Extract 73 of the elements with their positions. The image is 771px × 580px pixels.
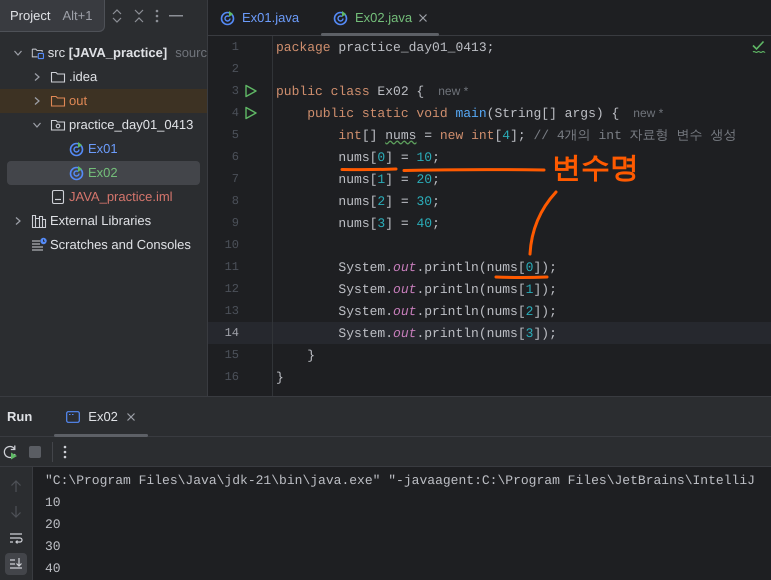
leader-line [528, 190, 558, 256]
chevron-down-icon[interactable] [13, 48, 23, 58]
tree-item-label[interactable]: src [JAVA_practice] [48, 43, 168, 63]
tree-item-label[interactable]: .idea [69, 67, 98, 87]
run-tab[interactable]: Ex02 [54, 397, 148, 436]
console-icon [66, 410, 80, 422]
code-line: System.out.println(nums[2]); [337, 304, 557, 318]
run-icon[interactable] [244, 84, 258, 98]
code-line: System.out.println(nums[3]); [337, 326, 557, 340]
code-line: System.out.println(nums[1]); [337, 282, 557, 296]
minimize-icon[interactable] [169, 15, 184, 17]
scratch-icon [31, 237, 47, 253]
code-line: } [306, 348, 316, 362]
class-icon [69, 141, 85, 157]
panel-title: Run [7, 408, 32, 426]
arrow-down-icon [8, 504, 24, 520]
underline-mark [340, 168, 398, 172]
code-line: int[] nums = new int[4]; // 4개의 int 자료형 변수 생성 [337, 128, 736, 142]
tree-item-label: Ex02 [88, 164, 118, 182]
console-line: 20 [45, 516, 62, 534]
tree-item-label[interactable]: Ex01 [88, 139, 118, 159]
editor-tab[interactable]: Ex02.java [321, 0, 439, 35]
inspection-ok-icon[interactable] [752, 40, 766, 54]
handwritten-note: 변수명 [552, 153, 639, 182]
code-line: package practice_day01_0413; [276, 40, 494, 54]
close-icon[interactable] [418, 12, 428, 22]
shortcut-hint: Alt+1 [62, 6, 92, 25]
rerun-icon[interactable] [2, 444, 18, 460]
expand-collapse-icon[interactable] [111, 9, 124, 23]
code-line: public static void main(String[] args) { [306, 106, 620, 120]
chevron-down-icon[interactable] [32, 120, 42, 130]
folder-icon [50, 69, 66, 85]
tree-item-label[interactable]: JAVA_practice.iml [69, 187, 173, 207]
panel-title: Project [10, 6, 50, 25]
file-icon [50, 189, 66, 205]
tree-row[interactable]: Ex02 [7, 161, 200, 185]
folder-icon [50, 93, 66, 109]
tree-item-label[interactable]: External Libraries [50, 211, 152, 231]
run-icon[interactable] [244, 106, 258, 120]
class-icon [220, 10, 236, 26]
close-icon[interactable] [126, 412, 136, 422]
console-line: "C:\Program Files\Java\jdk-21\bin\java.exe" "-javaagent:C:\Program Files\JetBrains\IntelliJ [45, 472, 755, 490]
path-hint: sourc [175, 44, 207, 62]
inlay-hint: new * [633, 105, 664, 122]
code-line: nums[2] = 30; [337, 194, 440, 208]
underline-mark [494, 276, 548, 279]
package-icon [50, 117, 66, 133]
library-icon [31, 213, 47, 229]
class-icon [69, 165, 85, 181]
tree-row[interactable]: out [0, 89, 207, 113]
collapse-all-icon[interactable] [133, 9, 146, 23]
code-line: System.out.println(nums[0]); [337, 260, 557, 274]
inlay-hint: new * [438, 83, 468, 100]
code-line: nums[1] = 20; [337, 172, 440, 186]
code-line: nums[0] = 10; [337, 150, 440, 164]
more-icon[interactable] [63, 444, 67, 458]
console-line: 10 [45, 494, 62, 512]
chevron-right-icon[interactable] [13, 216, 23, 226]
tree-item-label[interactable]: Scratches and Consoles [50, 235, 191, 255]
code-line: public class Ex02 { [276, 84, 424, 98]
console-line: 30 [45, 538, 62, 556]
code-line: nums[3] = 40; [337, 216, 440, 230]
line-number: 14 [224, 325, 239, 342]
scroll-to-end-button[interactable] [5, 553, 27, 575]
code-line: } [276, 370, 284, 384]
editor-tab[interactable]: Ex01.java [208, 0, 321, 35]
tree-item-label[interactable]: practice_day01_0413 [69, 115, 194, 135]
more-icon[interactable] [155, 9, 160, 23]
tree-item-label: out [69, 92, 88, 110]
class-icon [333, 10, 349, 26]
console-line: 40 [45, 560, 62, 578]
chevron-right-icon[interactable] [32, 96, 42, 106]
chevron-right-icon[interactable] [32, 72, 42, 82]
